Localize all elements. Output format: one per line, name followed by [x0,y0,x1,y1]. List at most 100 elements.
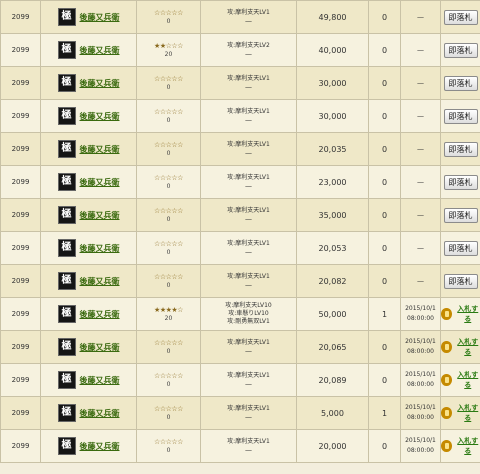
price-cell: 20,053 [296,231,369,265]
rank-cell: ☆☆☆☆☆ 0 [136,396,201,430]
card-rarity-icon[interactable]: 極 [57,41,76,59]
card-name-link[interactable]: 後藤又兵衛 [80,46,120,55]
price: 20,065 [318,342,347,352]
rank-count: 0 [166,17,171,25]
deadline-none: — [417,244,424,252]
rank-cell: ☆☆☆☆☆ 0 [136,66,201,100]
card-rarity-icon[interactable]: 極 [57,437,76,455]
bids-cell: 0 [368,165,401,199]
buy-now-button[interactable]: 即落札 [443,75,478,91]
bid-count: 0 [381,243,388,253]
card-rarity-icon[interactable]: 極 [57,338,76,356]
deadline-cell: — [400,231,441,265]
price: 35,000 [318,210,347,220]
deadline-cell: 2015/10/1 08:00:00 [400,396,441,430]
rank-cell: ☆☆☆☆☆ 0 [136,330,201,364]
price-cell: 30,000 [296,66,369,100]
skill-line: 攻:摩利支天LV1 [227,108,270,115]
card-name-link[interactable]: 後藤又兵衛 [80,79,120,88]
rank-stars: ☆☆☆☆☆ [154,74,183,83]
price-cell: 20,082 [296,264,369,298]
card-rarity-icon[interactable]: 極 [57,140,76,158]
bids-cell: 1 [368,396,401,430]
card-name-link[interactable]: 後藤又兵衛 [80,244,120,253]
place-bid-link[interactable]: 入札する [456,304,480,324]
card-rarity-icon[interactable]: 極 [57,74,76,92]
buy-now-button[interactable]: 即落札 [443,9,478,25]
rank-stars: ★★☆☆☆ [154,41,183,50]
rank-cell: ☆☆☆☆☆ 0 [136,165,201,199]
card-name-link[interactable]: 後藤又兵衛 [80,310,120,319]
card-rarity-icon[interactable]: 極 [57,272,76,290]
card-cell: 極後藤又兵衛 [40,132,137,166]
skill-line: 攻:摩利支天LV2 [227,42,270,49]
bids-cell: 0 [368,132,401,166]
skills-cell: 攻:摩利支天LV1— [200,198,297,232]
card-cell: 極後藤又兵衛 [40,99,137,133]
place-bid-link[interactable]: 入札する [456,370,480,390]
price-cell: 35,000 [296,198,369,232]
card-rarity-icon[interactable]: 極 [57,173,76,191]
skill-extra: — [245,248,252,256]
place-bid-link[interactable]: 入札する [456,403,480,423]
auction-table: 2099 極後藤又兵衛 ☆☆☆☆☆ 0 攻:摩利支天LV1— 49,800 0 —… [0,0,480,463]
card-rarity-icon[interactable]: 極 [57,371,76,389]
deadline-cell: — [400,198,441,232]
price: 23,000 [318,177,347,187]
card-id: 2099 [11,244,30,252]
card-rarity-icon[interactable]: 極 [57,404,76,422]
card-cell: 極後藤又兵衛 [40,231,137,265]
rank-stars: ☆☆☆☆☆ [154,404,183,413]
card-name-link[interactable]: 後藤又兵衛 [80,13,120,22]
buy-now-button[interactable]: 即落札 [443,42,478,58]
bids-cell: 0 [368,198,401,232]
skills-cell: 攻:摩利支天LV2— [200,33,297,67]
table-row: 2099 極後藤又兵衛 ☆☆☆☆☆ 0 攻:摩利支天LV1— 20,035 0 —… [0,132,480,166]
deadline-cell: — [400,99,441,133]
buy-now-button[interactable]: 即落札 [443,273,478,289]
card-name-link[interactable]: 後藤又兵衛 [80,178,120,187]
rank-cell: ☆☆☆☆☆ 0 [136,99,201,133]
skill-line: 攻:摩利支天LV1 [227,9,270,16]
bids-cell: 0 [368,264,401,298]
card-name-link[interactable]: 後藤又兵衛 [80,145,120,154]
card-cell: 極後藤又兵衛 [40,297,137,331]
card-rarity-icon[interactable]: 極 [57,239,76,257]
bid-count: 1 [381,408,388,418]
rank-cell: ☆☆☆☆☆ 0 [136,0,201,34]
bid-count: 0 [381,78,388,88]
card-name-link[interactable]: 後藤又兵衛 [80,211,120,220]
buy-now-button[interactable]: 即落札 [443,174,478,190]
deadline-cell: — [400,0,441,34]
card-name-link[interactable]: 後藤又兵衛 [80,442,120,451]
card-name-link[interactable]: 後藤又兵衛 [80,277,120,286]
skill-extra: — [245,149,252,157]
card-rarity-icon[interactable]: 極 [57,8,76,26]
card-id-cell: 2099 [0,132,41,166]
card-name-link[interactable]: 後藤又兵衛 [80,376,120,385]
card-cell: 極後藤又兵衛 [40,363,137,397]
card-name-link[interactable]: 後藤又兵衛 [80,343,120,352]
card-rarity-icon[interactable]: 極 [57,107,76,125]
rank-stars: ☆☆☆☆☆ [154,272,183,281]
price: 20,053 [318,243,347,253]
card-name-link[interactable]: 後藤又兵衛 [80,112,120,121]
buy-now-button[interactable]: 即落札 [443,108,478,124]
coin-bag-icon [441,308,452,320]
deadline-date: 2015/10/1 [405,404,436,411]
bids-cell: 0 [368,231,401,265]
buy-now-button[interactable]: 即落札 [443,240,478,256]
place-bid-link[interactable]: 入札する [456,436,480,456]
card-id-cell: 2099 [0,198,41,232]
rank-stars: ☆☆☆☆☆ [154,173,183,182]
card-rarity-icon[interactable]: 極 [57,206,76,224]
buy-now-button[interactable]: 即落札 [443,141,478,157]
buy-now-button[interactable]: 即落札 [443,207,478,223]
rank-count: 0 [166,116,171,124]
place-bid-link[interactable]: 入札する [456,337,480,357]
card-name-link[interactable]: 後藤又兵衛 [80,409,120,418]
skill-extra: — [245,182,252,190]
bid-count: 0 [381,12,388,22]
card-id: 2099 [11,211,30,219]
card-rarity-icon[interactable]: 極 [57,305,76,323]
